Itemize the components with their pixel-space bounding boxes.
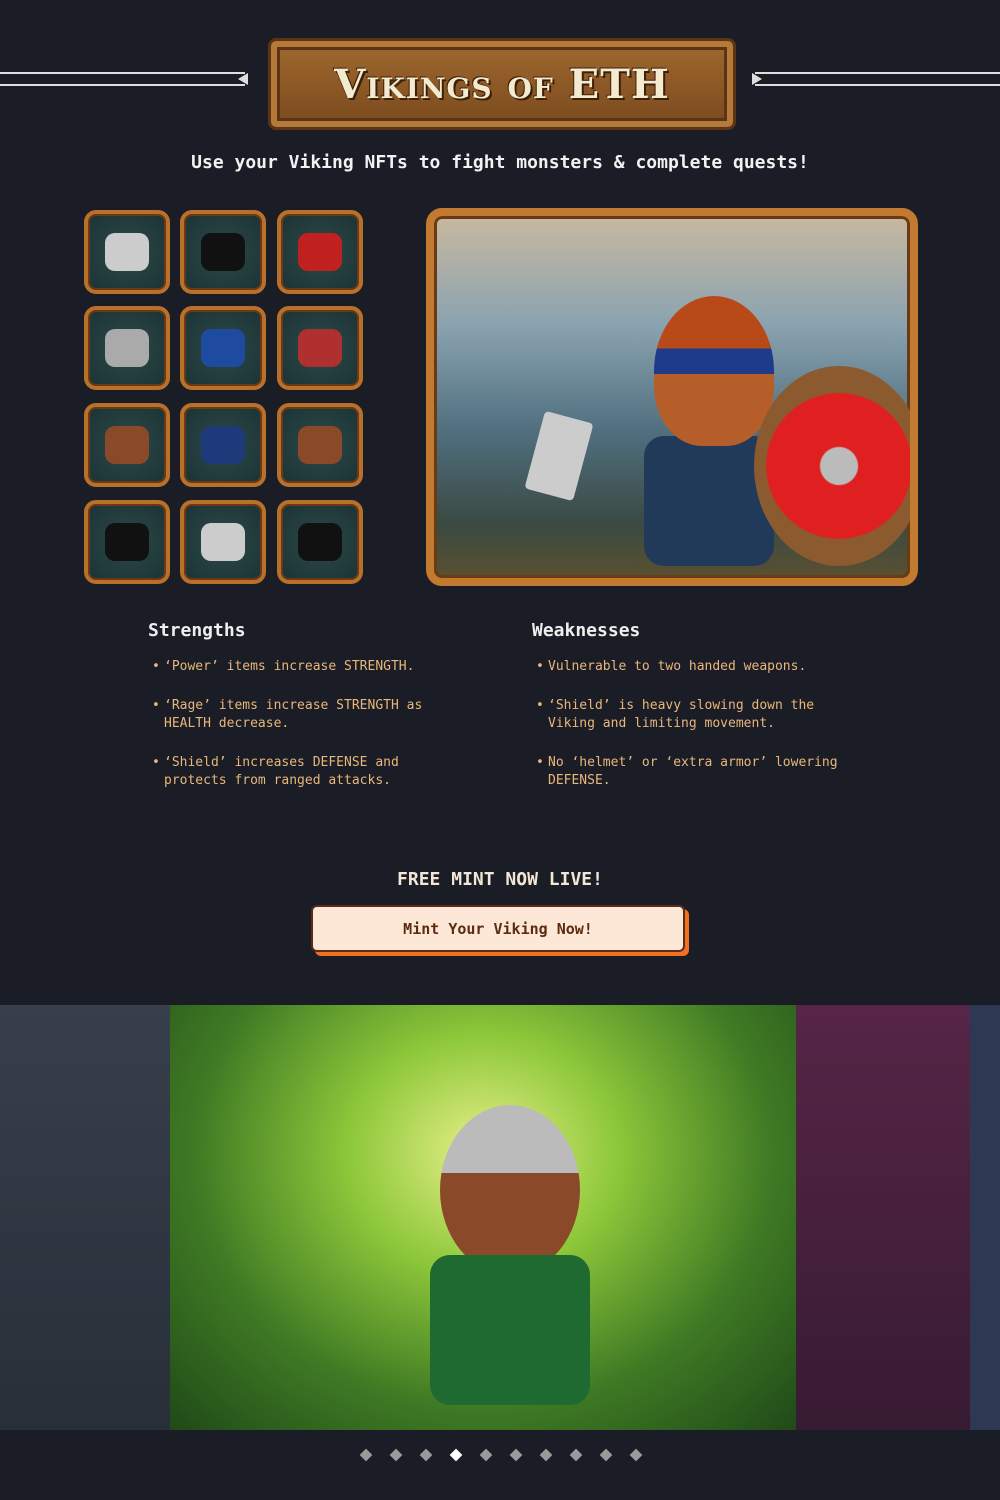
carousel-slide-next-2[interactable] [970,1005,1000,1430]
item-slot[interactable] [277,500,363,584]
item-slot[interactable] [84,306,170,390]
carousel-slide-prev[interactable] [0,1005,170,1430]
hammer-icon [524,410,594,502]
viking-head [654,296,774,446]
strengths-heading: Strengths [148,620,246,641]
carousel-dot[interactable] [599,1448,613,1462]
carousel-dots [359,1448,643,1462]
black-armor-alt-icon [298,523,342,561]
list-item: ‘Shield’ is heavy slowing down the Vikin… [532,697,852,733]
hair-icon [105,233,149,271]
item-slot[interactable] [277,210,363,294]
red-cape-icon [298,233,342,271]
list-item: No ‘helmet’ or ‘extra armor’ lowering DE… [532,754,852,790]
page-title: Vikings of ETH [334,61,670,108]
weaknesses-list: Vulnerable to two handed weapons. ‘Shiel… [532,658,852,811]
item-slot[interactable] [180,403,266,487]
hammer-icon [105,329,149,367]
carousel-dot[interactable] [449,1448,463,1462]
horned-helmet-icon [201,233,245,271]
list-item: Vulnerable to two handed weapons. [532,658,852,676]
title-banner: Vikings of ETH [268,38,736,130]
blue-pants-icon [201,426,245,464]
belt-icon [201,523,245,561]
archer-body [430,1255,590,1405]
archer-head [440,1105,580,1275]
carousel-dot[interactable] [629,1448,643,1462]
free-mint-headline: FREE MINT NOW LIVE! [397,869,603,890]
list-item: ‘Power’ items increase STRENGTH. [148,658,468,676]
header-rule-left [0,72,245,86]
header-rule-right [755,72,1000,86]
carousel-slide-active[interactable] [170,1005,796,1430]
item-slot[interactable] [277,403,363,487]
strengths-list: ‘Power’ items increase STRENGTH. ‘Rage’ … [148,658,468,811]
shield-icon [754,366,910,566]
list-item: ‘Shield’ increases DEFENSE and protects … [148,754,468,790]
item-slot[interactable] [84,403,170,487]
carousel-dot[interactable] [419,1448,433,1462]
list-item: ‘Rage’ items increase STRENGTH as HEALTH… [148,697,468,733]
boots-icon [298,426,342,464]
tagline: Use your Viking NFTs to fight monsters &… [191,152,809,173]
item-slot[interactable] [277,306,363,390]
carousel-dot[interactable] [389,1448,403,1462]
item-slot[interactable] [180,210,266,294]
carousel-dot[interactable] [359,1448,373,1462]
carousel-dot[interactable] [569,1448,583,1462]
black-armor-icon [105,523,149,561]
blue-shirt-icon [201,329,245,367]
weaknesses-heading: Weaknesses [532,620,641,641]
arrow-right-ornament-icon [752,73,762,85]
item-slot[interactable] [84,210,170,294]
item-slot[interactable] [180,306,266,390]
item-slot[interactable] [180,500,266,584]
bracers-icon [105,426,149,464]
round-shield-icon [298,329,342,367]
viking-hero-image [426,208,918,586]
item-slot[interactable] [84,500,170,584]
carousel-dot[interactable] [509,1448,523,1462]
mint-button[interactable]: Mint Your Viking Now! [311,905,685,952]
carousel-dot[interactable] [539,1448,553,1462]
carousel-dot[interactable] [479,1448,493,1462]
arrow-left-ornament-icon [238,73,248,85]
carousel-slide-next[interactable] [796,1005,970,1430]
